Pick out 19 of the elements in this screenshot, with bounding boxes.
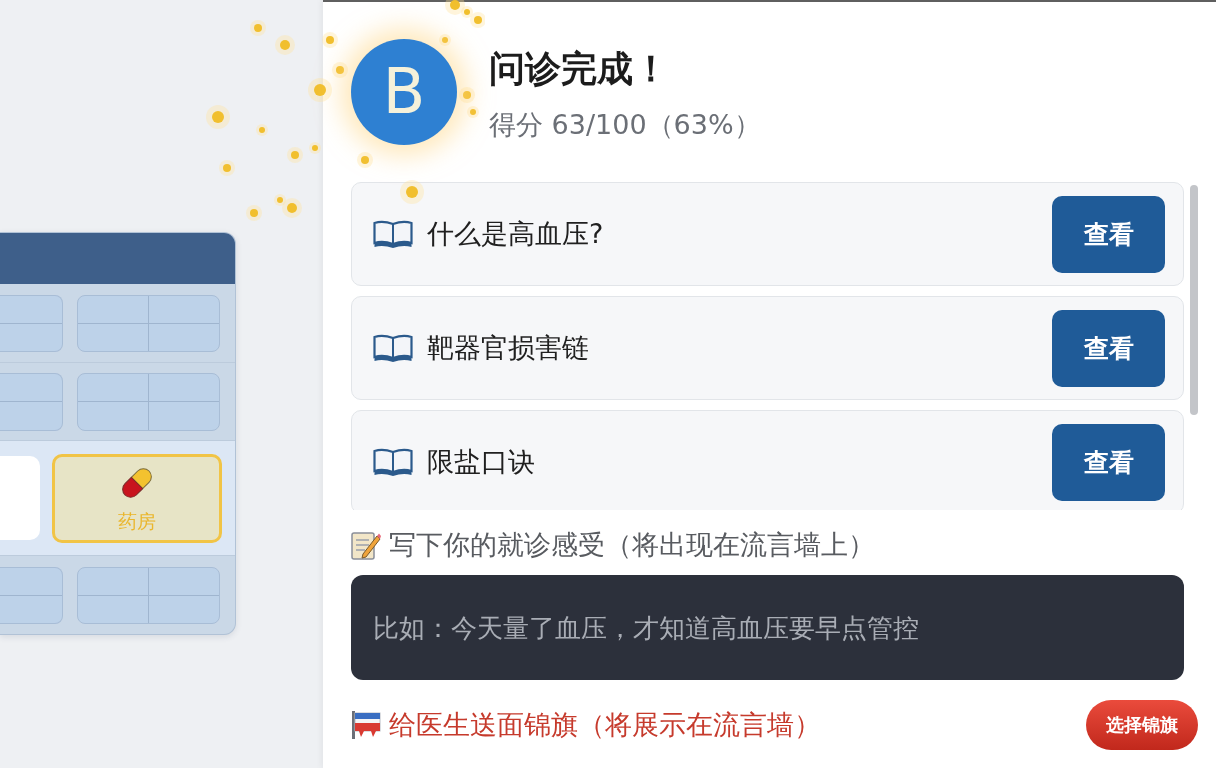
topic-title: 限盐口诀: [427, 445, 536, 479]
view-button[interactable]: 查看: [1052, 309, 1165, 387]
feedback-label: 写下你的就诊感受（将出现在流言墙上）: [389, 528, 875, 562]
topic-title: 靶器官损害链: [427, 331, 590, 365]
book-icon: [373, 334, 413, 362]
memo-pencil-icon: [351, 530, 381, 560]
book-icon: [373, 220, 413, 248]
feedback-field[interactable]: 比如：今天量了血压，才知道高血压要早点管控: [351, 575, 1184, 680]
topic-title: 什么是高血压?: [427, 217, 605, 251]
score-text: 得分 63/100（63%）: [489, 108, 761, 142]
view-button[interactable]: 查看: [1052, 195, 1165, 273]
avatar: B: [351, 39, 457, 145]
result-title: 问诊完成！: [489, 47, 670, 91]
book-icon: [373, 448, 413, 476]
view-button[interactable]: 查看: [1052, 423, 1165, 501]
scrollbar[interactable]: [1190, 185, 1198, 415]
banner-button[interactable]: 选择锦旗: [1086, 700, 1198, 750]
banner-label: 给医生送面锦旗（将展示在流言墙）: [389, 708, 821, 742]
banner-flag-icon: [351, 710, 381, 740]
